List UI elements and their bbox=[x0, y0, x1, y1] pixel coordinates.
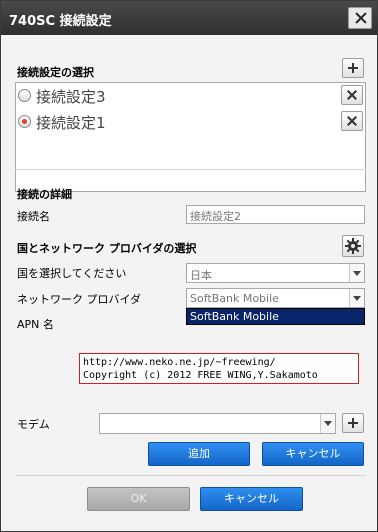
chevron-down-icon[interactable] bbox=[320, 414, 335, 433]
connection-name: 接続設定3 bbox=[36, 88, 106, 106]
modem-label: モデム bbox=[17, 418, 50, 431]
radio-checked-icon[interactable] bbox=[18, 115, 31, 128]
title-bar: 740SC 接続設定 bbox=[1, 1, 377, 35]
modem-select[interactable] bbox=[99, 413, 336, 434]
divider bbox=[15, 475, 366, 476]
connection-settings-window: 740SC 接続設定 接続設定の選択 接続設定3 接続設定1 接続の詳細 接続名… bbox=[0, 0, 378, 532]
copyright-box: http://www.neko.ne.jp/~freewing/ Copyrig… bbox=[79, 353, 359, 384]
ok-button[interactable]: OK bbox=[87, 487, 190, 511]
dropdown-option-softbank[interactable]: SoftBank Mobile bbox=[186, 308, 365, 325]
connection-select-heading: 接続設定の選択 bbox=[17, 66, 94, 79]
connection-list: 接続設定3 接続設定1 bbox=[15, 82, 366, 192]
chevron-down-icon[interactable] bbox=[349, 264, 364, 282]
credits-url: http://www.neko.ne.jp/~freewing/ bbox=[83, 357, 276, 368]
dialog-cancel-button[interactable]: キャンセル bbox=[200, 487, 303, 511]
provider-heading: 国とネットワーク プロバイダの選択 bbox=[17, 242, 197, 255]
close-icon[interactable] bbox=[348, 7, 372, 29]
add-button[interactable]: 追加 bbox=[148, 442, 250, 466]
connection-name-field[interactable]: 接続設定2 bbox=[186, 205, 365, 224]
delete-connection-3-icon[interactable] bbox=[341, 85, 363, 105]
cancel-button[interactable]: キャンセル bbox=[262, 442, 364, 466]
country-value: 日本 bbox=[190, 269, 212, 282]
divider bbox=[15, 169, 366, 170]
connection-name-label: 接続名 bbox=[17, 210, 50, 223]
add-modem-plus-icon[interactable] bbox=[342, 413, 364, 433]
network-value: SoftBank Mobile bbox=[190, 292, 279, 305]
list-item-connection-1[interactable]: 接続設定1 bbox=[16, 109, 365, 135]
dialog-body: 接続設定の選択 接続設定3 接続設定1 接続の詳細 接続名 接続設定2 国とネッ… bbox=[1, 35, 377, 531]
credits-copyright: Copyright (c) 2012 FREE WING,Y.Sakamoto bbox=[83, 370, 318, 381]
add-connection-plus-icon[interactable] bbox=[342, 58, 364, 78]
window-title: 740SC 接続設定 bbox=[9, 14, 112, 29]
details-heading: 接続の詳細 bbox=[17, 188, 72, 201]
network-select[interactable]: SoftBank Mobile bbox=[186, 288, 365, 308]
list-item-connection-3[interactable]: 接続設定3 bbox=[16, 83, 365, 109]
radio-unchecked-icon[interactable] bbox=[18, 89, 31, 102]
connection-name: 接続設定1 bbox=[36, 114, 106, 132]
apn-label: APN 名 bbox=[17, 318, 54, 331]
delete-connection-1-icon[interactable] bbox=[341, 111, 363, 131]
gear-icon[interactable] bbox=[342, 235, 364, 257]
chevron-down-icon[interactable] bbox=[349, 289, 364, 307]
country-label: 国を選択してください bbox=[17, 267, 127, 280]
country-select[interactable]: 日本 bbox=[186, 263, 365, 283]
network-label: ネットワーク プロバイダ bbox=[17, 293, 142, 306]
